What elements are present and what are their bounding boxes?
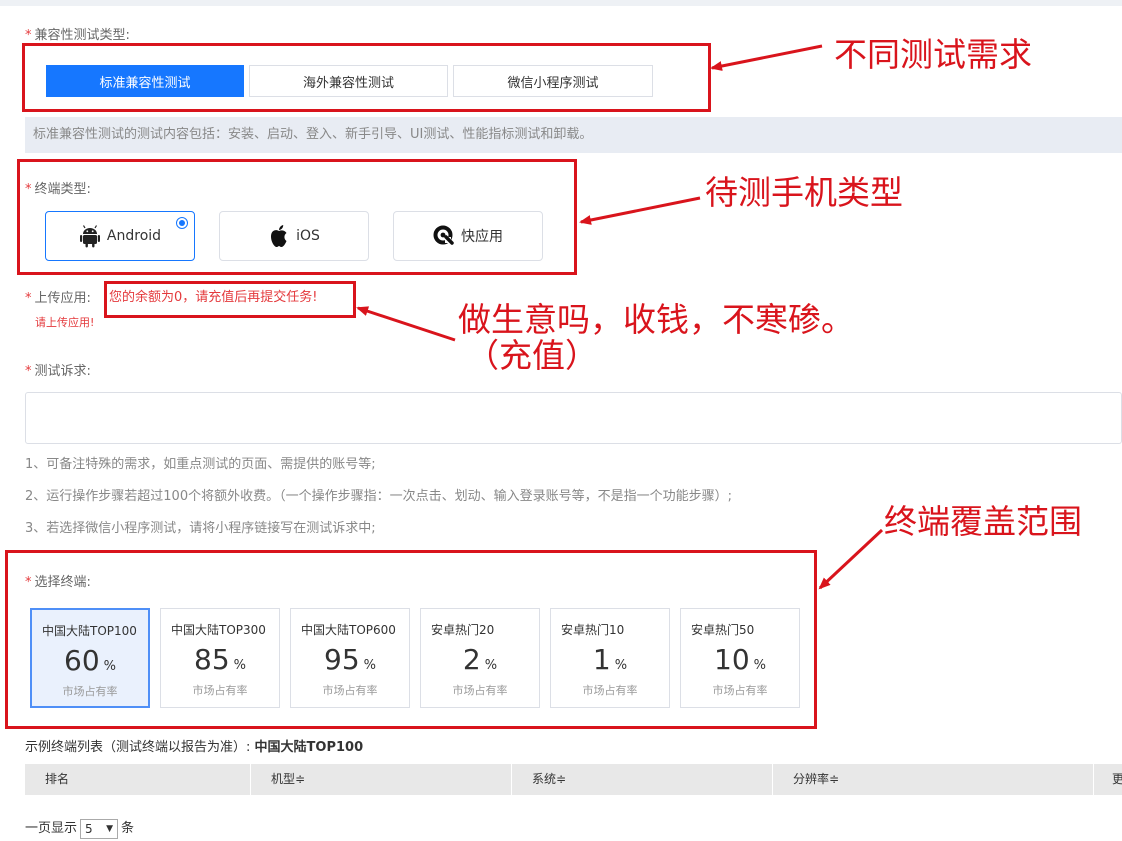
annotation-recharge: （充值） [466, 336, 598, 375]
annotation-phone-type: 待测手机类型 [705, 173, 903, 212]
annotation-arrows [356, 44, 884, 590]
arrow-to-coverage [818, 528, 884, 590]
arrow-to-test-type [710, 44, 823, 71]
arrow-to-balance [356, 306, 456, 342]
arrow-to-terminal-type [579, 196, 701, 225]
annotation-coverage: 终端覆盖范围 [884, 502, 1082, 541]
annotation-test-needs: 不同测试需求 [834, 35, 1032, 74]
